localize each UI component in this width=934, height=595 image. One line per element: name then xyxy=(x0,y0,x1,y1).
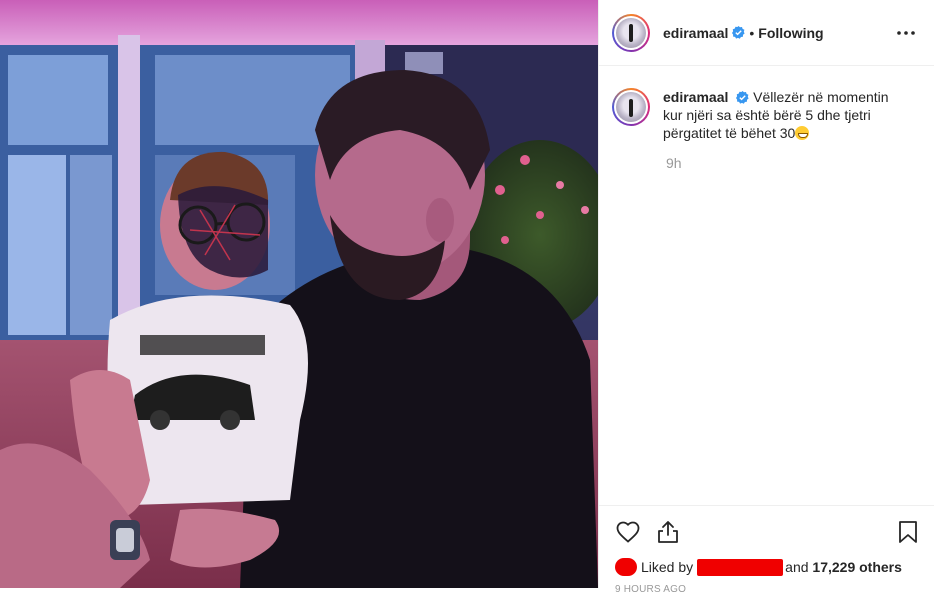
caption-text-block: ediramaal Vëllezër në momentin kur njëri… xyxy=(663,88,903,142)
verified-badge-icon xyxy=(736,91,749,104)
likes-count-link[interactable]: 17,229 others xyxy=(812,559,902,575)
post-actions: Liked by and 17,229 others 9 hours ago xyxy=(599,505,934,595)
follow-status-button[interactable]: Following xyxy=(758,25,823,41)
likes-suffix: and xyxy=(785,559,809,575)
post-photo[interactable] xyxy=(0,0,598,588)
author-username[interactable]: ediramaal xyxy=(663,25,728,41)
post-side-panel: ediramaal • Following ediramaal Vëllezër… xyxy=(598,0,934,595)
comment-avatar[interactable] xyxy=(612,88,650,126)
verified-badge-icon xyxy=(732,26,745,39)
likes-prefix: Liked by xyxy=(641,559,694,575)
post-timestamp[interactable]: 9 hours ago xyxy=(599,576,934,595)
action-icon-row xyxy=(599,506,934,550)
share-icon[interactable] xyxy=(655,519,681,545)
comment-time[interactable]: 9h xyxy=(666,155,934,171)
header-separator: • xyxy=(749,24,755,41)
bookmark-icon[interactable] xyxy=(895,519,921,545)
heart-icon[interactable] xyxy=(615,519,641,545)
post-photo-image xyxy=(0,0,598,588)
comment-username[interactable]: ediramaal xyxy=(663,89,728,105)
more-options-icon[interactable] xyxy=(894,21,918,45)
likes-summary: Liked by and 17,229 others xyxy=(599,550,934,576)
grinning-face-emoji-icon xyxy=(795,126,810,140)
liker-avatar-redacted[interactable] xyxy=(615,558,637,576)
liker-name-redacted[interactable] xyxy=(697,558,784,576)
post-header: ediramaal • Following xyxy=(599,0,934,66)
caption-comment: ediramaal Vëllezër në momentin kur njëri… xyxy=(599,66,934,142)
author-avatar[interactable] xyxy=(612,13,650,52)
